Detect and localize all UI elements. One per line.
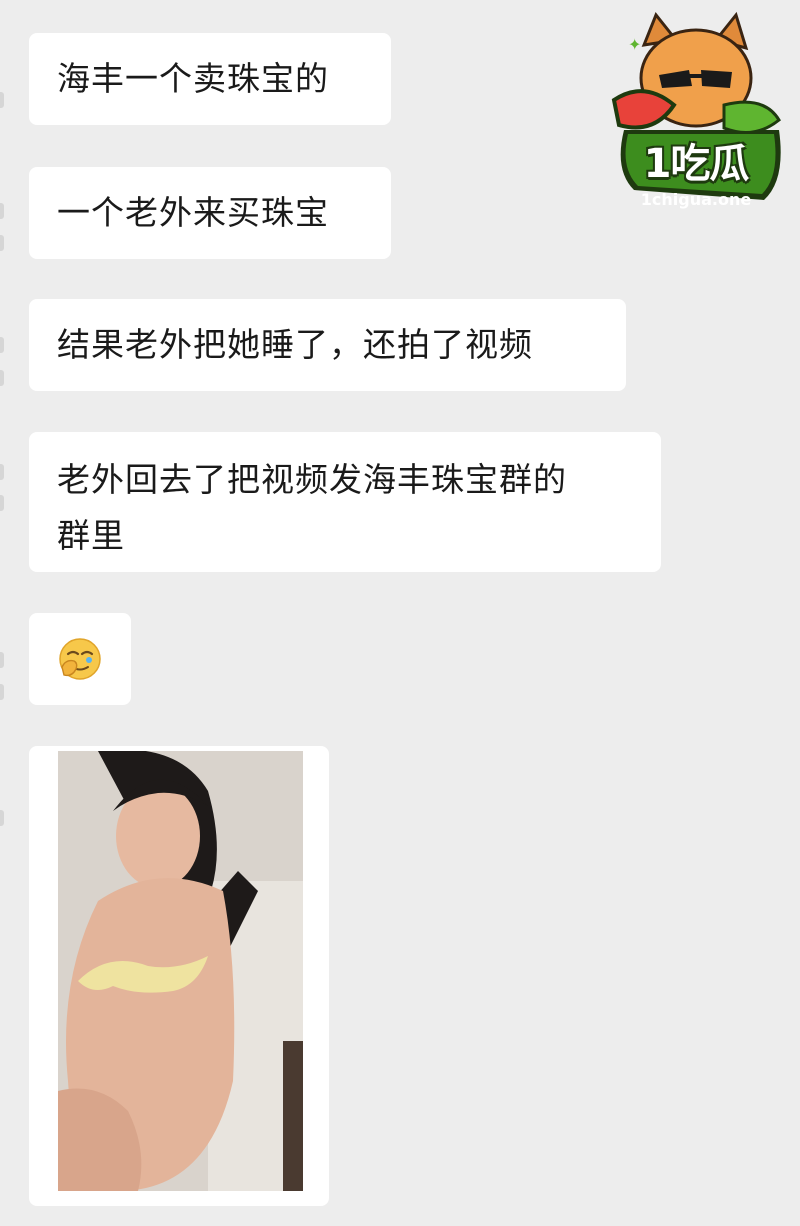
svg-text:✦: ✦	[628, 35, 641, 54]
message-bubble-4[interactable]: 老外回去了把视频发海丰珠宝群的 群里	[29, 432, 661, 572]
message-text-4-line-1: 老外回去了把视频发海丰珠宝群的	[57, 460, 567, 499]
message-bubble-2[interactable]: 一个老外来买珠宝	[29, 167, 391, 259]
message-text-4-line-2: 群里	[57, 516, 125, 555]
message-bubble-emoji[interactable]	[29, 613, 131, 705]
facepalm-emoji-icon	[59, 638, 101, 680]
message-bubble-3[interactable]: 结果老外把她睡了，还拍了视频	[29, 299, 626, 391]
message-text-1: 海丰一个卖珠宝的	[57, 59, 329, 98]
message-text-3: 结果老外把她睡了，还拍了视频	[57, 325, 533, 364]
photo-placeholder-shapes	[58, 751, 303, 1191]
photo-message-bubble[interactable]	[29, 746, 329, 1206]
logo-title: 1吃瓜	[643, 141, 750, 187]
left-edge-markers	[0, 0, 6, 1226]
logo-domain: 1chigua.one	[640, 189, 752, 209]
photo-thumbnail[interactable]	[58, 751, 303, 1191]
message-bubble-1[interactable]: 海丰一个卖珠宝的	[29, 33, 391, 125]
message-text-2: 一个老外来买珠宝	[57, 193, 329, 232]
